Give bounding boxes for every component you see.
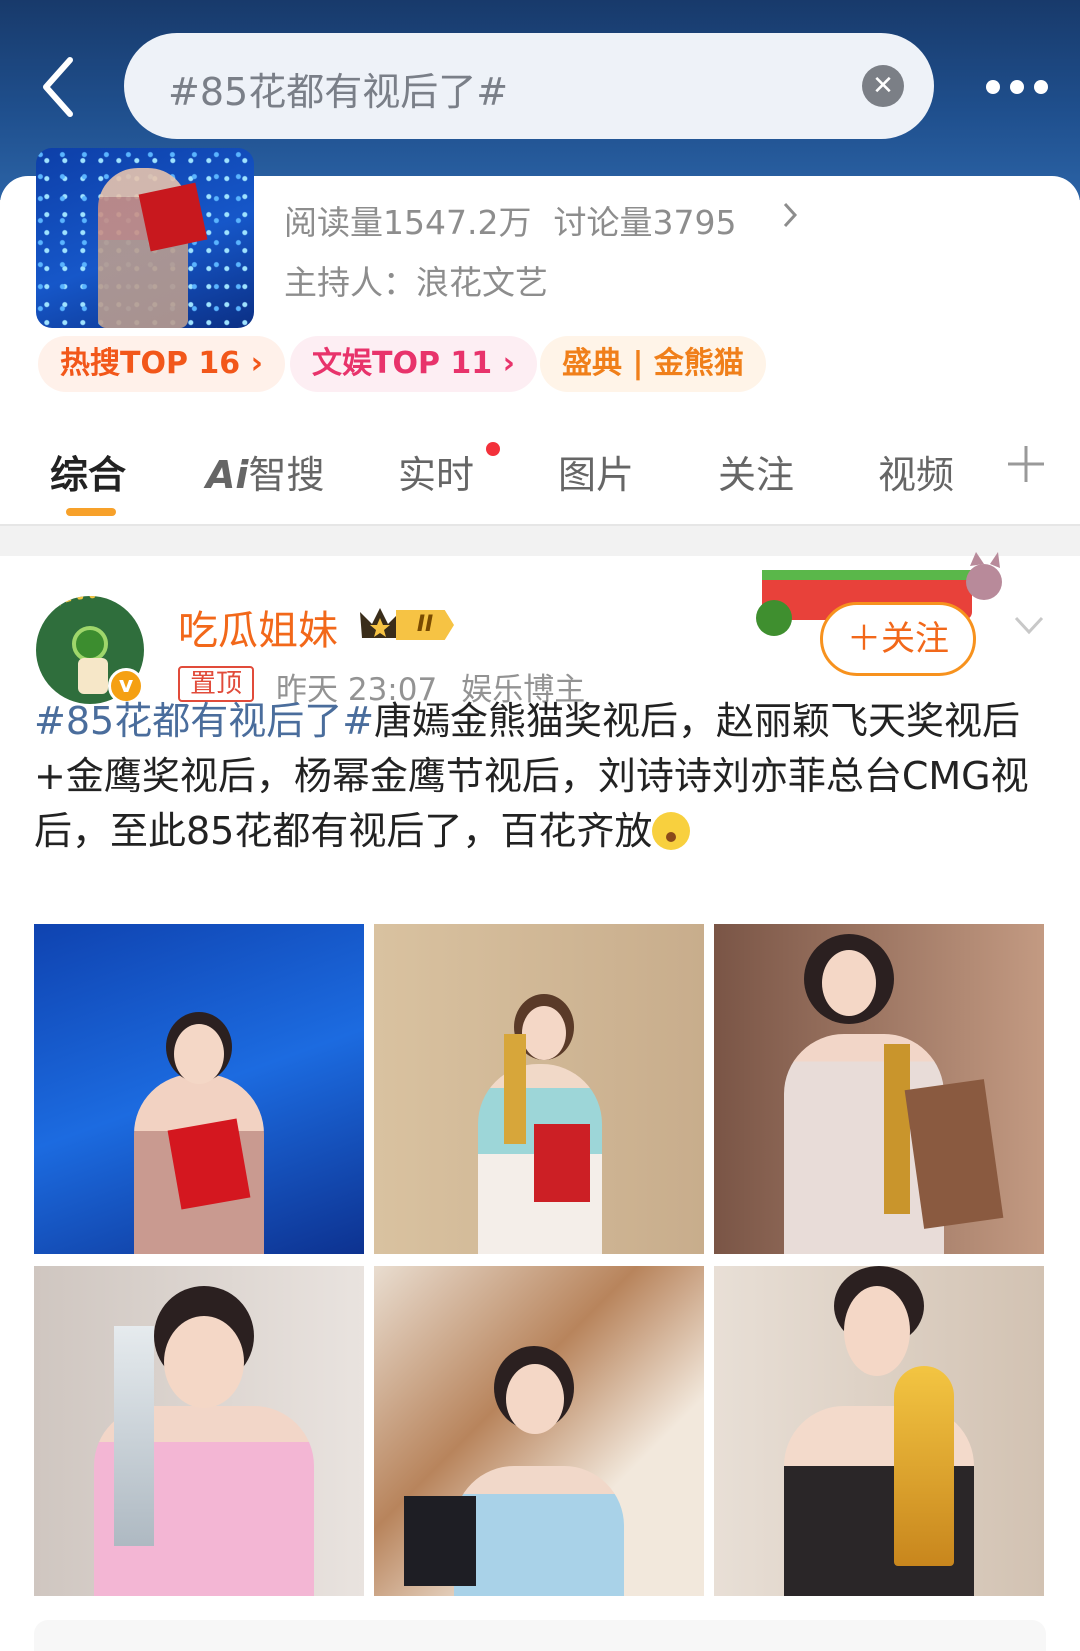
- search-query-text: #85花都有视后了#: [168, 70, 509, 114]
- tab-bar: 综合 Ai智搜 实时 图片 关注 视频: [0, 416, 1080, 526]
- entertainment-badge[interactable]: 文娱TOP 11 ›: [290, 336, 537, 392]
- follow-button[interactable]: ＋关注: [820, 602, 976, 676]
- post-image-1[interactable]: [34, 924, 364, 1254]
- photo-certificate: [167, 1118, 251, 1210]
- surprised-emoji-icon: [652, 812, 691, 850]
- topic-card: 阅读量1547.2万 讨论量3795 主持人：浪花文艺 热搜TOP 16 › 文娱…: [0, 148, 1080, 526]
- plus-icon[interactable]: [1006, 444, 1046, 495]
- topic-stats[interactable]: 阅读量1547.2万 讨论量3795: [284, 196, 736, 244]
- photo-figure: [454, 1466, 624, 1596]
- notification-dot: [486, 442, 500, 456]
- avatar-melon-head: [72, 626, 108, 662]
- photo-trophy: [894, 1366, 954, 1566]
- tab-comprehensive[interactable]: 综合: [50, 444, 126, 499]
- photo-trophy: [884, 1044, 910, 1214]
- photo-trophy: [114, 1326, 154, 1546]
- photo-certificate: [404, 1496, 476, 1586]
- post-image-2[interactable]: [374, 924, 704, 1254]
- post-image-4[interactable]: [34, 1266, 364, 1596]
- tab-videos[interactable]: 视频: [878, 444, 954, 499]
- read-count: 阅读量1547.2万: [284, 203, 532, 242]
- post-image-6[interactable]: [714, 1266, 1044, 1596]
- post-body: #85花都有视后了#唐嫣金熊猫奖视后，赵丽颖飞天奖视后+金鹰奖视后，杨幂金鹰节视…: [34, 694, 1044, 859]
- chevron-right-icon[interactable]: [780, 200, 800, 238]
- clear-icon[interactable]: ✕: [862, 65, 904, 107]
- topic-host[interactable]: 主持人：浪花文艺: [284, 256, 548, 304]
- photo-certificate: [534, 1124, 590, 1202]
- chevron-down-icon[interactable]: [1012, 608, 1046, 642]
- post-image-5[interactable]: [374, 1266, 704, 1596]
- topic-link[interactable]: #85花都有视后了#: [34, 699, 374, 743]
- photo-face: [506, 1364, 564, 1434]
- ai-tab-label: 智搜: [248, 453, 325, 497]
- tab-following[interactable]: 关注: [718, 444, 794, 499]
- photo-trophy: [504, 1034, 526, 1144]
- hot-search-badge[interactable]: 热搜TOP 16 ›: [38, 336, 285, 392]
- more-dots-icon[interactable]: [986, 72, 1054, 100]
- tab-images[interactable]: 图片: [558, 444, 634, 499]
- tab-realtime[interactable]: 实时: [398, 444, 474, 499]
- photo-face: [844, 1286, 910, 1376]
- ai-logo-text: Ai: [206, 453, 249, 497]
- crown-icon: [358, 604, 402, 644]
- next-post-preview[interactable]: [34, 1620, 1046, 1651]
- avatar-body: [78, 658, 108, 694]
- discussion-count: 讨论量3795: [553, 203, 737, 242]
- tab-ai-search[interactable]: Ai智搜: [206, 444, 324, 499]
- photo-face: [822, 950, 876, 1016]
- topic-thumbnail[interactable]: [36, 148, 254, 328]
- photo-face: [522, 1006, 566, 1060]
- author-name[interactable]: 吃瓜姐妹: [178, 598, 338, 656]
- event-badge[interactable]: 盛典 | 金熊猫: [540, 336, 766, 392]
- level-label: II: [396, 610, 454, 640]
- active-tab-indicator: [66, 508, 116, 516]
- back-arrow-icon[interactable]: [36, 52, 86, 122]
- photo-face: [164, 1316, 244, 1408]
- search-input[interactable]: #85花都有视后了# ✕: [124, 33, 934, 139]
- post-card: v 吃瓜姐妹 II 置顶 昨天 23:07 娱乐博主 ＋关注 #85花都有视后了#…: [0, 552, 1080, 1651]
- post-image-3[interactable]: [714, 924, 1044, 1254]
- avatar-decoration: [60, 596, 144, 622]
- thumbnail-certificate: [138, 182, 208, 252]
- member-level-badge[interactable]: II: [358, 604, 466, 644]
- photo-face: [174, 1024, 224, 1084]
